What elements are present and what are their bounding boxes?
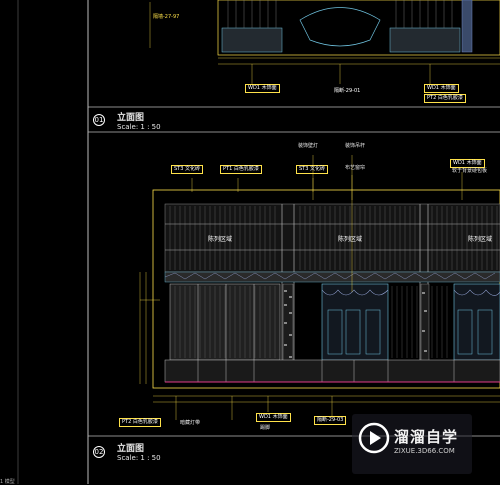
callout-brick-1: ST3 文化砖 <box>171 165 203 174</box>
zone-label-1: 陈列区域 <box>208 236 233 243</box>
callout-partition: 隔断-29-03 <box>314 416 347 425</box>
zone-label-3: 陈列区域 <box>468 236 493 243</box>
cad-drawing-canvas[interactable] <box>0 0 500 484</box>
top-tag-3: WD1 木饰面 <box>424 84 459 93</box>
callout-rod: 装饰吊杆 <box>345 143 366 149</box>
watermark-name: 溜溜自学 <box>394 428 459 446</box>
view-number-2: 02 <box>93 446 105 458</box>
watermark-badge: 溜溜自学 ZIXUE.3D66.COM <box>352 414 472 474</box>
view-scale-2: Scale: 1 : 50 <box>117 454 161 462</box>
top-label-partition: 隔墙-27-97 <box>153 14 180 20</box>
main-elevation <box>139 155 500 420</box>
view-title-1: 立面图 <box>117 113 145 123</box>
top-tag-2: 隔断-29-01 <box>334 88 361 94</box>
callout-wood-1: WD1 木饰面 <box>450 159 485 168</box>
callout-curtain: 布艺窗帘 <box>345 165 366 171</box>
view-scale-1: Scale: 1 : 50 <box>117 123 161 131</box>
view-number-1: 01 <box>93 114 105 126</box>
callout-skirting: 踢脚 <box>260 425 271 431</box>
callout-wood-2: WD1 木饰面 <box>256 413 291 422</box>
play-logo-icon <box>358 422 390 454</box>
view-title-2: 立面图 <box>117 444 145 454</box>
watermark-url: ZIXUE.3D66.COM <box>394 447 455 455</box>
top-elevation <box>149 0 500 84</box>
callout-soft-panel: 软于背景硬包板 <box>452 168 488 174</box>
top-tag-1: WD1 木饰面 <box>245 84 280 93</box>
callout-paint-2: PT2 白色乳胶漆 <box>119 418 161 427</box>
zone-label-2: 陈列区域 <box>338 236 363 243</box>
callout-brick-2: ST3 文化砖 <box>296 165 328 174</box>
callout-paint-1: PT1 白色乳胶漆 <box>220 165 262 174</box>
callout-hidden-light: 暗藏灯带 <box>180 420 201 426</box>
top-tag-4: PT2 白色乳胶漆 <box>424 94 466 103</box>
callout-wall-lamp: 装饰壁灯 <box>298 143 319 149</box>
